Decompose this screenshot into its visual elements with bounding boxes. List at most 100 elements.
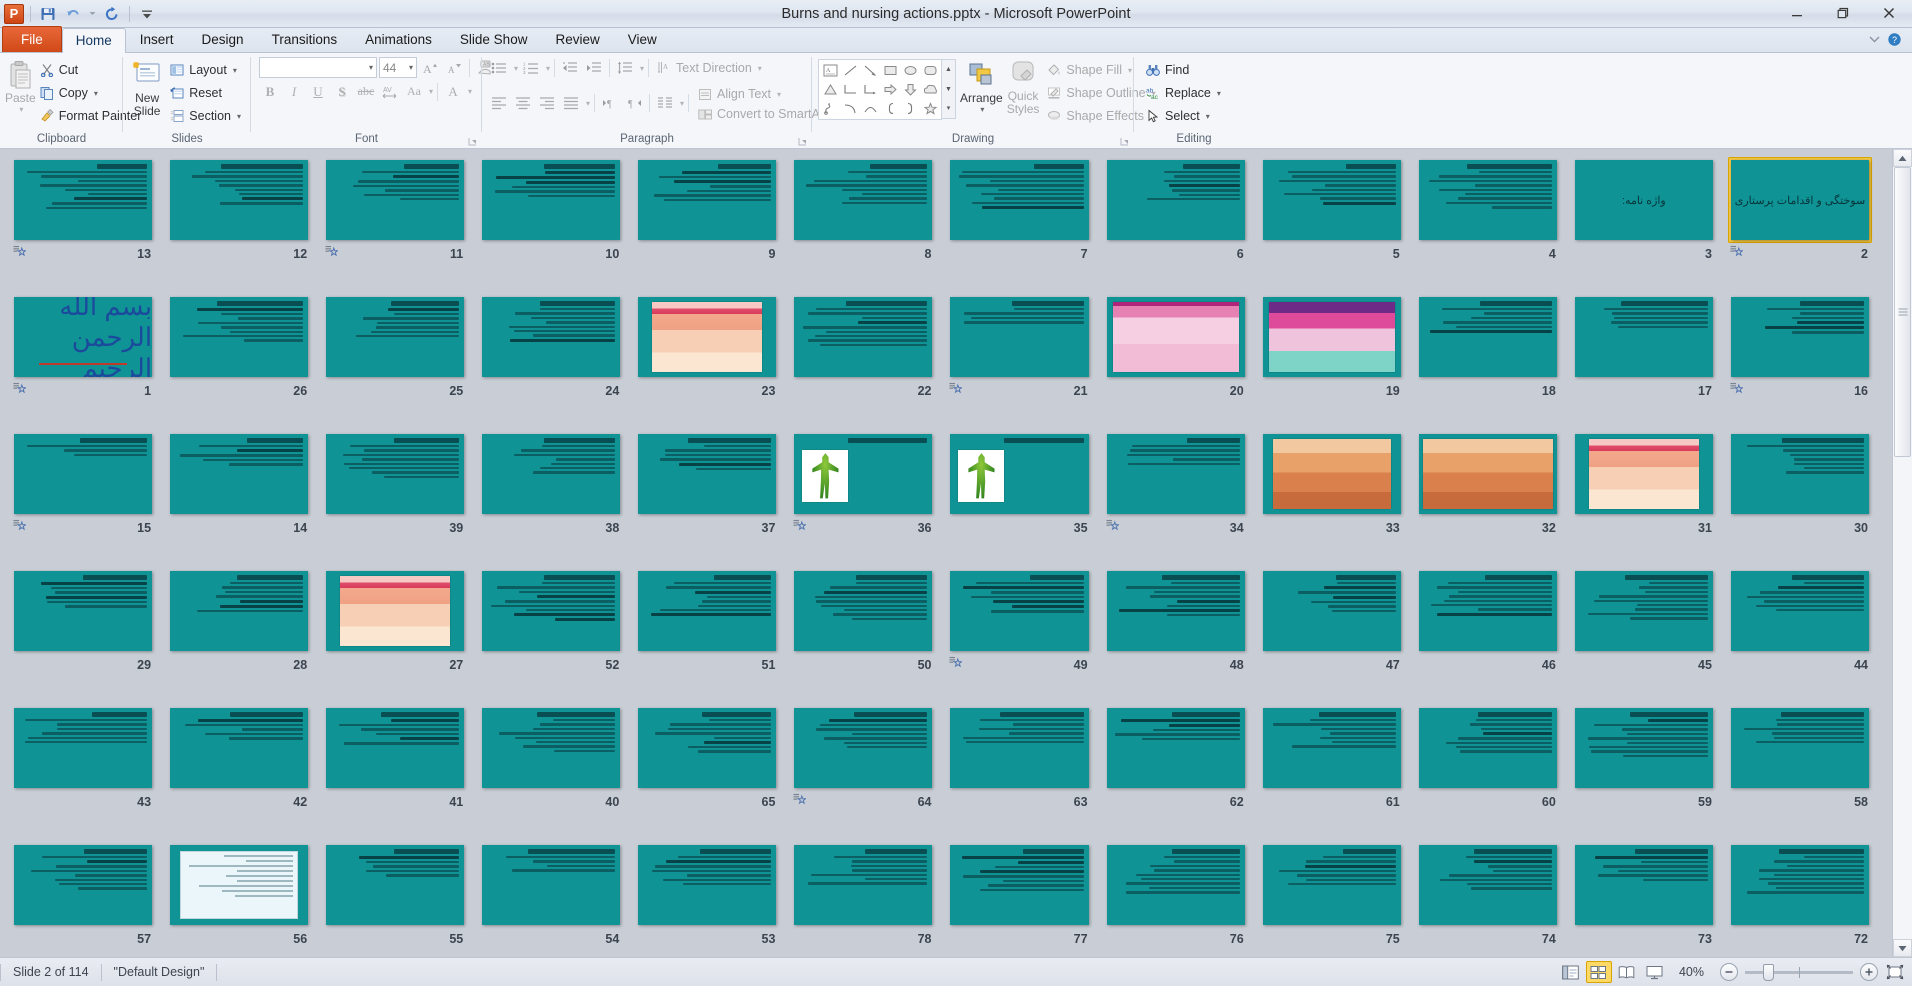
slide-thumbnail[interactable] (1419, 434, 1557, 514)
slide-cell[interactable]: 41 (317, 702, 473, 839)
slide-cell[interactable]: 48 (1098, 565, 1254, 702)
justify-button[interactable] (560, 93, 582, 114)
slide-cell[interactable]: 24 (473, 291, 629, 428)
shape-scribble-icon[interactable] (820, 99, 840, 118)
slide-thumbnail[interactable]: واژه نامه: (1575, 160, 1713, 240)
slide-thumbnail[interactable] (1107, 708, 1245, 788)
slide-thumbnail[interactable] (1419, 297, 1557, 377)
shape-line-icon[interactable] (840, 61, 860, 80)
slide-thumbnail[interactable] (1107, 297, 1245, 377)
animation-indicator[interactable] (1730, 382, 1743, 400)
slide-thumbnail[interactable] (14, 571, 152, 651)
slide-thumbnail[interactable] (1731, 571, 1869, 651)
slide-cell[interactable]: 65 (629, 702, 785, 839)
slide-cell[interactable]: 56 (161, 839, 317, 957)
slide-thumbnail-wrapper[interactable] (1572, 705, 1716, 791)
slide-thumbnail-wrapper[interactable] (947, 705, 1091, 791)
slide-thumbnail-wrapper[interactable] (791, 568, 935, 654)
slide-cell[interactable]: 50 (785, 565, 941, 702)
text-shadow-button[interactable]: S (331, 81, 353, 102)
slide-thumbnail-wrapper[interactable] (947, 157, 1091, 243)
slide-cell[interactable]: 58 (1722, 702, 1878, 839)
minimize-button[interactable] (1774, 0, 1820, 26)
slide-thumbnail-wrapper[interactable]: واژه نامه: (1572, 157, 1716, 243)
slide-thumbnail-wrapper[interactable] (167, 294, 311, 380)
slide-thumbnail-wrapper[interactable] (11, 705, 155, 791)
slide-thumbnail[interactable] (794, 434, 932, 514)
tab-insert[interactable]: Insert (126, 27, 188, 52)
slide-thumbnail[interactable] (482, 434, 620, 514)
slide-cell[interactable]: 31 (1566, 428, 1722, 565)
align-left-button[interactable] (488, 93, 510, 114)
slide-cell[interactable]: 7 (941, 154, 1097, 291)
slide-thumbnail-wrapper[interactable] (323, 294, 467, 380)
slide-cell[interactable]: 54 (473, 839, 629, 957)
slide-thumbnail-wrapper[interactable] (635, 705, 779, 791)
close-button[interactable] (1866, 0, 1912, 26)
slide-thumbnail[interactable] (170, 297, 308, 377)
slide-cell[interactable]: 36 (785, 428, 941, 565)
bold-button[interactable]: B (259, 81, 281, 102)
slide-thumbnail[interactable] (638, 160, 776, 240)
slide-thumbnail[interactable] (1107, 845, 1245, 925)
shape-arc-icon[interactable] (860, 99, 880, 118)
powerpoint-logo-icon[interactable]: P (4, 4, 24, 24)
shapes-scroll-up-icon[interactable]: ▲ (945, 60, 952, 79)
new-slide-button[interactable]: New Slide (128, 57, 166, 118)
slide-cell[interactable]: 74 (1410, 839, 1566, 957)
slide-thumbnail-wrapper[interactable] (635, 842, 779, 928)
slide-thumbnail[interactable] (950, 434, 1088, 514)
slide-thumbnail[interactable] (170, 434, 308, 514)
slide-thumbnail-wrapper[interactable] (1728, 842, 1872, 928)
slide-cell[interactable]: 77 (941, 839, 1097, 957)
slide-thumbnail-wrapper[interactable] (791, 842, 935, 928)
section-button[interactable]: Section ▾ (166, 105, 246, 127)
view-slideshow-button[interactable] (1642, 961, 1668, 983)
slide-thumbnail-wrapper[interactable] (479, 842, 623, 928)
slide-thumbnail[interactable] (170, 160, 308, 240)
slide-cell[interactable]: 52 (473, 565, 629, 702)
slide-thumbnail[interactable] (170, 571, 308, 651)
zoom-in-button[interactable] (1860, 963, 1878, 981)
decrease-indent-button[interactable] (559, 58, 581, 79)
tab-animations[interactable]: Animations (351, 27, 446, 52)
view-slide-sorter-button[interactable] (1586, 961, 1612, 983)
arrange-button[interactable]: Arrange ▾ (960, 57, 1003, 114)
scroll-up-button[interactable] (1893, 149, 1912, 167)
slide-cell[interactable]: بسم الله الرحمن الرحیم 1 (5, 291, 161, 428)
slide-thumbnail[interactable] (14, 708, 152, 788)
slide-thumbnail[interactable] (1263, 297, 1401, 377)
slide-cell[interactable]: 15 (5, 428, 161, 565)
slide-thumbnail-wrapper[interactable] (167, 568, 311, 654)
slide-thumbnail-wrapper[interactable] (11, 842, 155, 928)
animation-indicator[interactable] (13, 382, 26, 400)
slide-cell[interactable]: 16 (1722, 291, 1878, 428)
slide-thumbnail[interactable] (326, 571, 464, 651)
slide-cell[interactable]: 44 (1722, 565, 1878, 702)
fit-to-window-button[interactable] (1884, 962, 1906, 982)
slide-thumbnail[interactable] (638, 571, 776, 651)
slide-cell[interactable]: 43 (5, 702, 161, 839)
slide-cell[interactable]: 23 (629, 291, 785, 428)
slide-thumbnail[interactable] (950, 845, 1088, 925)
slide-thumbnail[interactable] (170, 708, 308, 788)
slide-thumbnail[interactable] (1107, 571, 1245, 651)
sorter-vertical-scrollbar[interactable] (1892, 149, 1912, 957)
slide-thumbnail-wrapper[interactable] (947, 294, 1091, 380)
shape-down-arrow-icon[interactable] (900, 80, 920, 99)
increase-indent-button[interactable] (583, 58, 605, 79)
tab-design[interactable]: Design (188, 27, 258, 52)
slide-thumbnail[interactable] (1263, 845, 1401, 925)
slide-thumbnail-wrapper[interactable] (11, 568, 155, 654)
find-button[interactable]: Find (1142, 59, 1226, 81)
slide-cell[interactable]: 73 (1566, 839, 1722, 957)
strikethrough-button[interactable]: abc (355, 81, 377, 102)
animation-indicator[interactable] (1106, 519, 1119, 537)
slide-cell[interactable]: 25 (317, 291, 473, 428)
customize-qat-icon[interactable] (136, 3, 158, 24)
slide-cell[interactable]: 62 (1098, 702, 1254, 839)
slide-thumbnail-wrapper[interactable] (1572, 842, 1716, 928)
slide-thumbnail-wrapper[interactable] (1104, 157, 1248, 243)
slide-thumbnail-wrapper[interactable] (1728, 431, 1872, 517)
line-spacing-button[interactable] (614, 58, 636, 79)
